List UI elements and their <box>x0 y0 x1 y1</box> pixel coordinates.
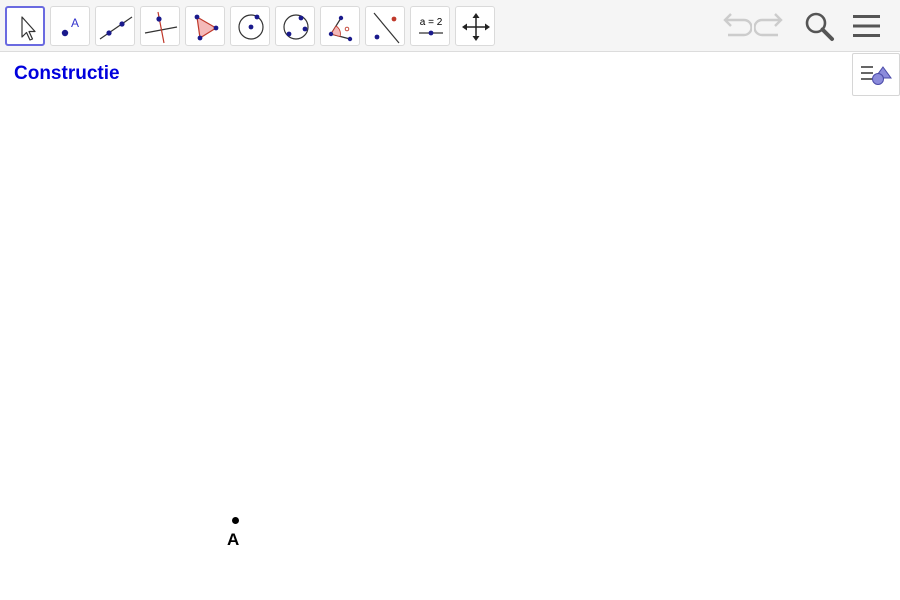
line-tool-button[interactable] <box>95 6 135 46</box>
line-icon <box>99 16 133 40</box>
style-bar-icon <box>861 66 892 85</box>
point-a[interactable] <box>232 517 239 524</box>
angle-icon <box>328 15 353 42</box>
circle-three-points-tool-button[interactable] <box>275 6 315 46</box>
graphics-title: Constructie <box>14 63 120 84</box>
menu-button[interactable] <box>850 8 884 49</box>
circle-three-points-icon <box>283 14 309 40</box>
slider-tool-button[interactable]: a = 2 <box>410 6 450 46</box>
point-icon: A <box>61 16 79 37</box>
move-tool-button[interactable] <box>5 6 45 46</box>
slider-tool-glyph: a = 2 <box>420 17 443 28</box>
move-view-icon <box>462 13 490 41</box>
toolbar: A a = 2 <box>0 0 900 52</box>
perpendicular-line-tool-button[interactable] <box>140 6 180 46</box>
polygon-tool-button[interactable] <box>185 6 225 46</box>
circle-center-tool-button[interactable] <box>230 6 270 46</box>
menu-icon <box>853 15 880 37</box>
undo-icon <box>723 13 753 37</box>
reflect-tool-button[interactable] <box>365 6 405 46</box>
reflect-icon <box>373 12 400 44</box>
angle-tool-button[interactable] <box>320 6 360 46</box>
polygon-icon <box>194 14 219 41</box>
point-tool-glyph: A <box>71 16 79 30</box>
circle-center-point-icon <box>238 14 264 40</box>
perpendicular-line-icon <box>144 11 178 44</box>
move-view-tool-button[interactable] <box>455 6 495 46</box>
move-arrow-icon <box>21 16 36 41</box>
point-a-label: A <box>227 530 240 549</box>
point-tool-button[interactable]: A <box>50 6 90 46</box>
search-icon <box>805 12 834 41</box>
slider-icon: a = 2 <box>419 17 443 36</box>
search-button[interactable] <box>802 8 838 49</box>
redo-icon <box>753 13 783 37</box>
style-bar-toggle-button[interactable] <box>852 53 900 96</box>
undo-button[interactable] <box>718 8 753 49</box>
redo-button[interactable] <box>753 8 788 49</box>
